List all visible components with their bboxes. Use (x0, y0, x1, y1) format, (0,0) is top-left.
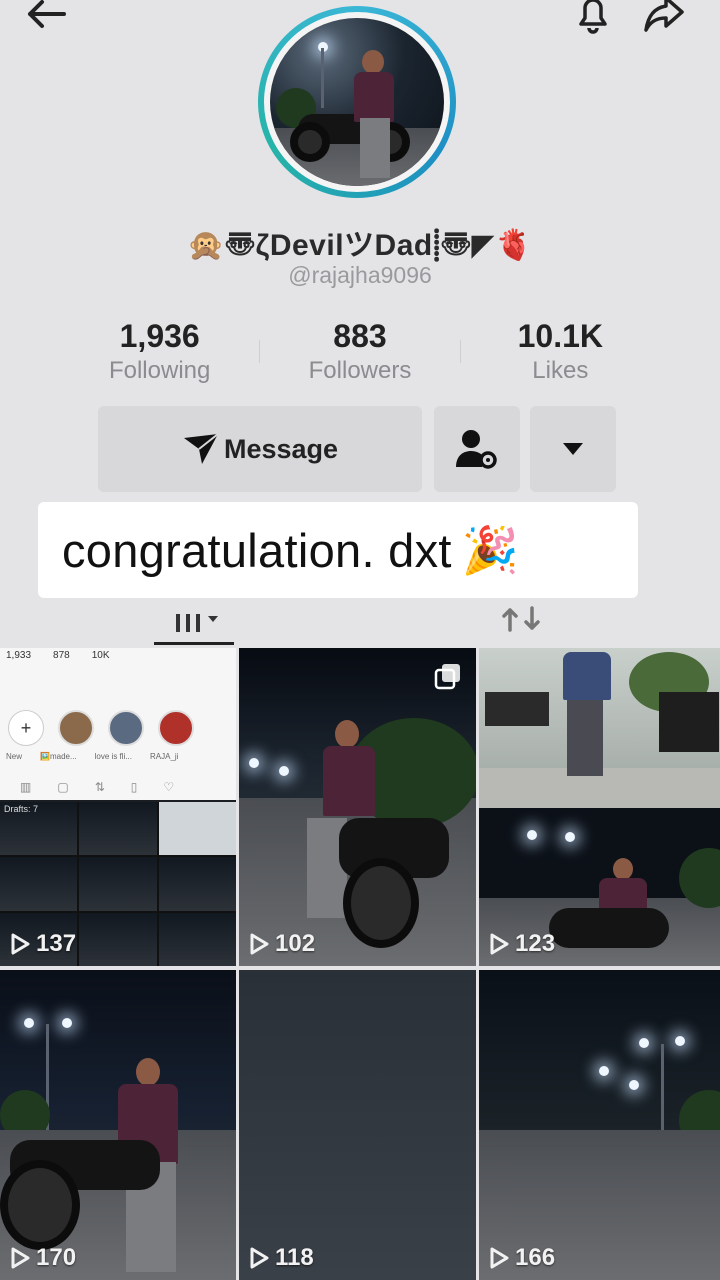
share-arrow-icon (644, 0, 684, 32)
video-thumbnail[interactable]: 102 (239, 648, 476, 966)
highlight-thumb (108, 710, 144, 746)
view-count: 166 (489, 1244, 555, 1272)
mini-profile-screenshot: 1,933 878 10K + New 🖼️made... love is fl… (0, 648, 236, 800)
multi-image-icon (434, 662, 462, 695)
play-icon (490, 933, 509, 955)
play-icon (11, 1247, 30, 1269)
video-thumbnail[interactable]: 118 (239, 970, 476, 1280)
repost-icon (502, 606, 540, 632)
display-name: 🙊〠ζDevilツDad⸽〠◤🫀 (187, 229, 533, 262)
caret-down-icon (563, 443, 583, 455)
content-tabs (0, 596, 720, 646)
mini-label: RAJA_ji (150, 752, 179, 761)
tab-reposts[interactable] (480, 596, 562, 642)
message-label: Message (223, 433, 339, 464)
likes-label: Likes (532, 357, 589, 384)
play-icon (250, 1247, 269, 1269)
username: @rajajha9096 (288, 262, 432, 288)
mini-highlights: + (8, 710, 194, 746)
mini-highlight-labels: New 🖼️made... love is fli... RAJA_ji (6, 752, 178, 761)
play-icon (250, 933, 269, 955)
view-count: 118 (249, 1244, 314, 1272)
following-label: Following (108, 357, 211, 384)
avatar[interactable] (258, 6, 456, 198)
bookmark-icon: ▯ (130, 780, 138, 794)
play-icon (11, 933, 30, 955)
likes-count: 10.1K (517, 318, 604, 354)
stat-followers[interactable]: 883 Followers (260, 318, 459, 385)
view-count-text: 137 (36, 930, 77, 957)
view-count: 137 (10, 930, 76, 958)
mini-label: love is fli... (94, 752, 132, 761)
view-count-text: 166 (515, 1244, 556, 1271)
mini-label: 🖼️made... (40, 752, 77, 761)
message-button[interactable]: Message (98, 406, 422, 492)
view-count-text: 102 (275, 930, 316, 957)
grid-icon: ▥ (20, 780, 32, 794)
mini-tab-icons: ▥ ▢ ⇅ ▯ ♡ (20, 780, 174, 794)
video-thumbnail[interactable]: 1,933 878 10K + New 🖼️made... love is fl… (0, 648, 236, 966)
caption-text: congratulation. dxt (62, 523, 452, 577)
heart-icon: ♡ (163, 780, 175, 794)
view-count: 102 (249, 930, 315, 958)
mini-drafts-label: Drafts: 7 (4, 804, 39, 814)
stat-likes[interactable]: 10.1K Likes (461, 318, 660, 385)
user-settings-icon (456, 430, 497, 469)
following-count: 1,936 (119, 318, 200, 354)
party-popper-icon: 🎉 (461, 523, 520, 576)
send-icon (183, 433, 219, 464)
notification-button[interactable] (568, 0, 618, 36)
view-count-text: 123 (515, 930, 556, 957)
play-icon (490, 1247, 509, 1269)
followers-label: Followers (308, 357, 412, 384)
mini-stat: 1,933 (6, 650, 32, 661)
mini-label: New (6, 752, 23, 761)
grid-filter-icon (176, 614, 218, 632)
video-thumbnail[interactable]: 166 (479, 970, 720, 1280)
bell-icon (579, 0, 607, 34)
arrow-left-icon (28, 0, 66, 28)
view-count: 123 (489, 930, 555, 958)
highlight-thumb (58, 710, 94, 746)
avatar-photo (270, 18, 444, 186)
mini-stats: 1,933 878 10K (6, 650, 110, 661)
mini-stat: 878 (53, 650, 70, 661)
view-count-text: 118 (275, 1244, 314, 1271)
profile-stats: 1,936 Following 883 Followers 10.1K Like… (60, 318, 660, 385)
highlight-thumb (158, 710, 194, 746)
more-options-button[interactable] (530, 406, 616, 492)
avatar-frame (264, 12, 450, 192)
stat-following[interactable]: 1,936 Following (60, 318, 259, 385)
video-thumbnail[interactable]: 170 (0, 970, 236, 1280)
back-button[interactable] (22, 0, 70, 34)
share-button[interactable] (638, 0, 690, 36)
follow-options-button[interactable] (434, 406, 520, 492)
video-grid: 1,933 878 10K + New 🖼️made... love is fl… (0, 648, 720, 1280)
repost-icon: ⇅ (94, 780, 105, 794)
followers-count: 883 (333, 318, 387, 354)
view-count: 170 (10, 1244, 76, 1272)
active-tab-indicator (154, 642, 234, 645)
plus-icon: + (8, 710, 44, 746)
view-count-text: 170 (36, 1244, 77, 1271)
caption-overlay: congratulation. dxt 🎉 (38, 502, 638, 598)
mini-stat: 10K (91, 650, 110, 661)
video-thumbnail[interactable]: 123 (479, 648, 720, 966)
tab-videos[interactable] (152, 596, 234, 642)
lock-icon: ▢ (57, 780, 69, 794)
